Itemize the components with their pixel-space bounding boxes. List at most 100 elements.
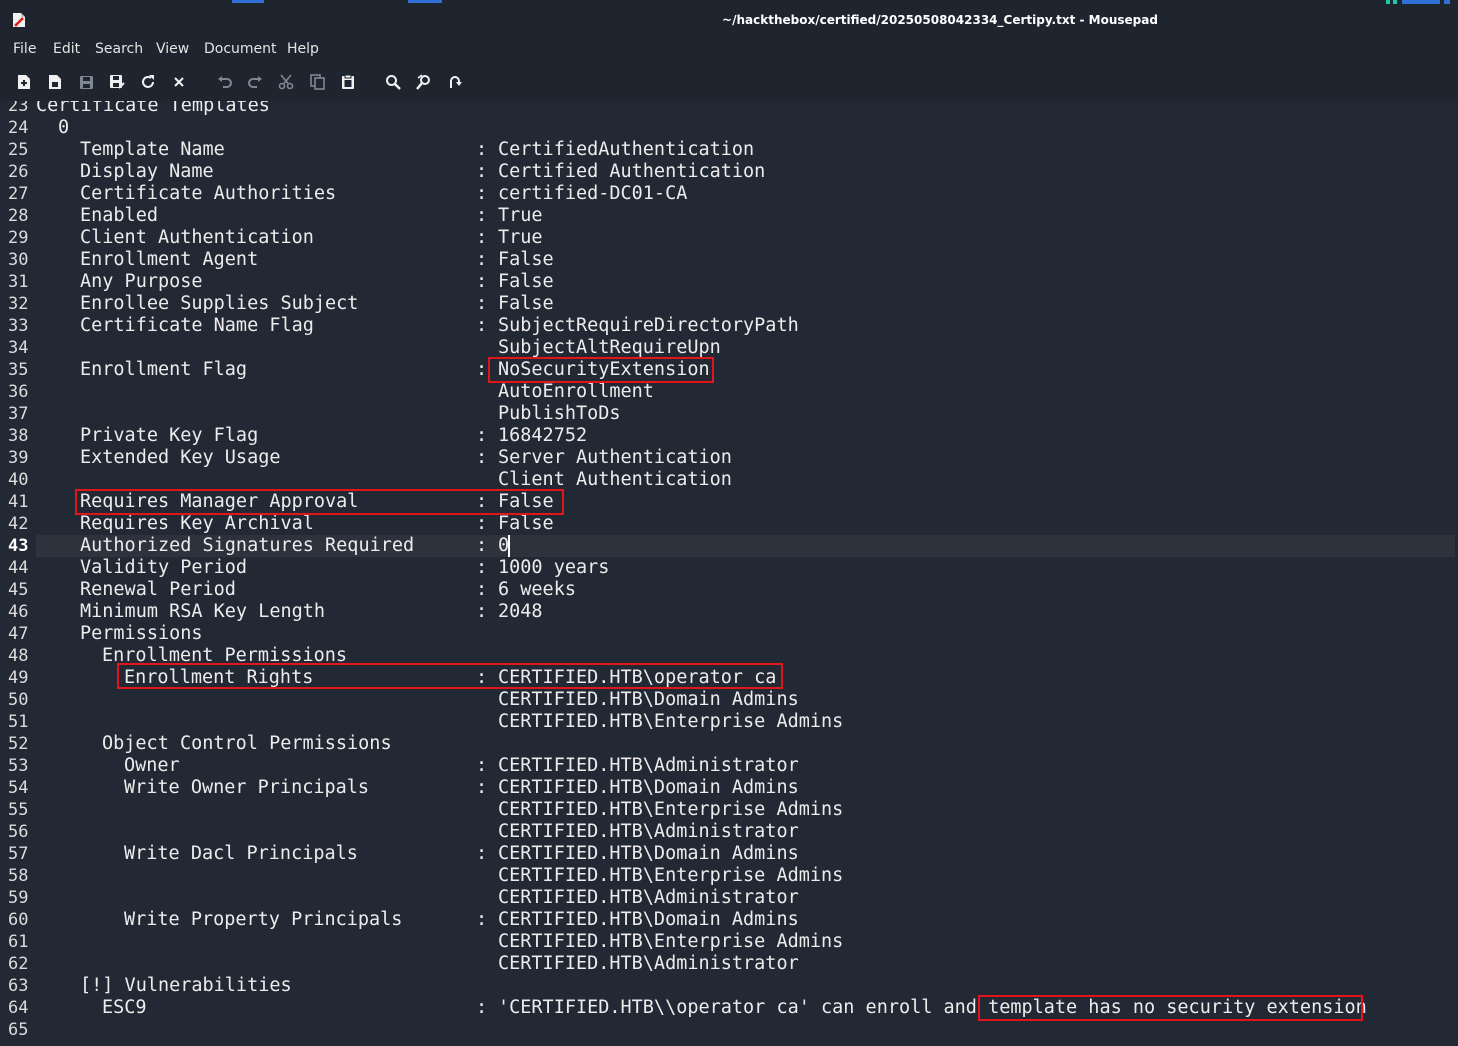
field-separator: : bbox=[476, 315, 488, 336]
field-name: Write Dacl Principals bbox=[124, 843, 358, 864]
paste-icon[interactable] bbox=[338, 72, 358, 92]
line-number: 26 bbox=[8, 162, 29, 182]
field-value: CERTIFIED.HTB\Enterprise Admins bbox=[498, 931, 844, 952]
field-value: False bbox=[498, 513, 554, 534]
field-separator: : bbox=[476, 359, 488, 380]
find-replace-icon[interactable] bbox=[414, 72, 434, 92]
field-value: False bbox=[498, 293, 554, 314]
line-number: 55 bbox=[8, 800, 29, 820]
line-number: 65 bbox=[8, 1020, 29, 1040]
field-name: Authorized Signatures Required bbox=[80, 535, 415, 556]
field-name: Enabled bbox=[80, 205, 158, 226]
line-number: 48 bbox=[8, 646, 29, 666]
line-number: 27 bbox=[8, 184, 29, 204]
field-value: SubjectRequireDirectoryPath bbox=[498, 315, 799, 336]
menu-search[interactable]: Search bbox=[95, 41, 143, 57]
menu-file[interactable]: File bbox=[13, 41, 36, 57]
find-icon[interactable] bbox=[383, 72, 403, 92]
title-bar[interactable]: ~/hackthebox/certified/20250508042334_Ce… bbox=[0, 0, 1458, 38]
field-name: Write Owner Principals bbox=[124, 777, 370, 798]
field-value: 'CERTIFIED.HTB\\operator ca' can enroll … bbox=[498, 997, 1367, 1018]
field-name: Minimum RSA Key Length bbox=[80, 601, 326, 622]
line-number: 54 bbox=[8, 778, 29, 798]
field-value: CERTIFIED.HTB\Domain Admins bbox=[498, 909, 799, 930]
field-value: CERTIFIED.HTB\Enterprise Admins bbox=[498, 711, 844, 732]
field-separator: : bbox=[476, 293, 488, 314]
field-value: CERTIFIED.HTB\Domain Admins bbox=[498, 689, 799, 710]
line-number: 32 bbox=[8, 294, 29, 314]
field-value: AutoEnrollment bbox=[498, 381, 654, 402]
line-number: 41 bbox=[8, 492, 29, 512]
field-value: True bbox=[498, 205, 543, 226]
undo-icon[interactable] bbox=[215, 72, 235, 92]
field-name: Client Authentication bbox=[80, 227, 314, 248]
line-number: 23 bbox=[8, 101, 29, 116]
menu-help[interactable]: Help bbox=[287, 41, 319, 57]
menu-view[interactable]: View bbox=[156, 41, 189, 57]
line-number: 57 bbox=[8, 844, 29, 864]
field-separator: : bbox=[476, 249, 488, 270]
field-value: SubjectAltRequireUpn bbox=[498, 337, 721, 358]
field-name: Template Name bbox=[80, 139, 225, 160]
new-document-icon[interactable] bbox=[14, 72, 34, 92]
field-name: Permissions bbox=[80, 623, 203, 644]
line-number: 58 bbox=[8, 866, 29, 886]
save-as-icon[interactable] bbox=[107, 72, 127, 92]
field-name: Any Purpose bbox=[80, 271, 203, 292]
line-number: 59 bbox=[8, 888, 29, 908]
field-value: CERTIFIED.HTB\Administrator bbox=[498, 821, 799, 842]
field-separator: : bbox=[476, 909, 488, 930]
line-number: 31 bbox=[8, 272, 29, 292]
field-separator: : bbox=[476, 667, 488, 688]
field-separator: : bbox=[476, 205, 488, 226]
field-name: Extended Key Usage bbox=[80, 447, 281, 468]
field-value: CERTIFIED.HTB\Domain Admins bbox=[498, 843, 799, 864]
line-number: 43 bbox=[8, 536, 29, 556]
field-name: Certificate Authorities bbox=[80, 183, 337, 204]
field-value: False bbox=[498, 271, 554, 292]
new-window-icon[interactable] bbox=[45, 72, 65, 92]
field-value: 2048 bbox=[498, 601, 543, 622]
text-caret bbox=[508, 535, 510, 557]
field-name: Enrollment Flag bbox=[80, 359, 248, 380]
line-number: 33 bbox=[8, 316, 29, 336]
close-icon[interactable] bbox=[169, 72, 189, 92]
redo-icon[interactable] bbox=[245, 72, 265, 92]
line-number: 37 bbox=[8, 404, 29, 424]
field-name: Enrollment Rights bbox=[124, 667, 314, 688]
field-name: Certificate Templates bbox=[36, 101, 270, 116]
field-separator: : bbox=[476, 183, 488, 204]
line-number-gutter: 23 24 25 26 27 28 29 30 31 32 33 34 35 36 37 38 39 40 41 42… bbox=[0, 101, 36, 1046]
field-separator: : bbox=[476, 271, 488, 292]
text-editor[interactable]: 23 24 25 26 27 28 29 30 31 32 33 34 35 36 37 38 39 40 41 42… bbox=[0, 101, 1458, 1046]
field-separator: : bbox=[476, 161, 488, 182]
field-name: Write Property Principals bbox=[124, 909, 403, 930]
field-value: True bbox=[498, 227, 543, 248]
field-separator: : bbox=[476, 447, 488, 468]
line-number: 36 bbox=[8, 382, 29, 402]
field-separator: : bbox=[476, 139, 488, 160]
line-number: 56 bbox=[8, 822, 29, 842]
reload-icon[interactable] bbox=[138, 72, 158, 92]
field-value: CERTIFIED.HTB\Administrator bbox=[498, 887, 799, 908]
field-separator: : bbox=[476, 579, 488, 600]
field-name: Validity Period bbox=[80, 557, 248, 578]
field-value: CERTIFIED.HTB\Administrator bbox=[498, 953, 799, 974]
line-number: 60 bbox=[8, 910, 29, 930]
field-name: Enrollment Agent bbox=[80, 249, 259, 270]
save-icon[interactable] bbox=[76, 72, 96, 92]
menu-document[interactable]: Document bbox=[204, 41, 277, 57]
field-value: certified-DC01-CA bbox=[498, 183, 688, 204]
line-number: 50 bbox=[8, 690, 29, 710]
cut-icon[interactable] bbox=[276, 72, 296, 92]
menu-edit[interactable]: Edit bbox=[53, 41, 80, 57]
copy-icon[interactable] bbox=[307, 72, 327, 92]
field-name: Private Key Flag bbox=[80, 425, 259, 446]
line-number: 30 bbox=[8, 250, 29, 270]
field-name: Enrollee Supplies Subject bbox=[80, 293, 359, 314]
line-number: 47 bbox=[8, 624, 29, 644]
field-separator: : bbox=[476, 491, 488, 512]
line-number: 62 bbox=[8, 954, 29, 974]
go-to-line-icon[interactable] bbox=[445, 72, 465, 92]
field-name: Requires Manager Approval bbox=[80, 491, 359, 512]
